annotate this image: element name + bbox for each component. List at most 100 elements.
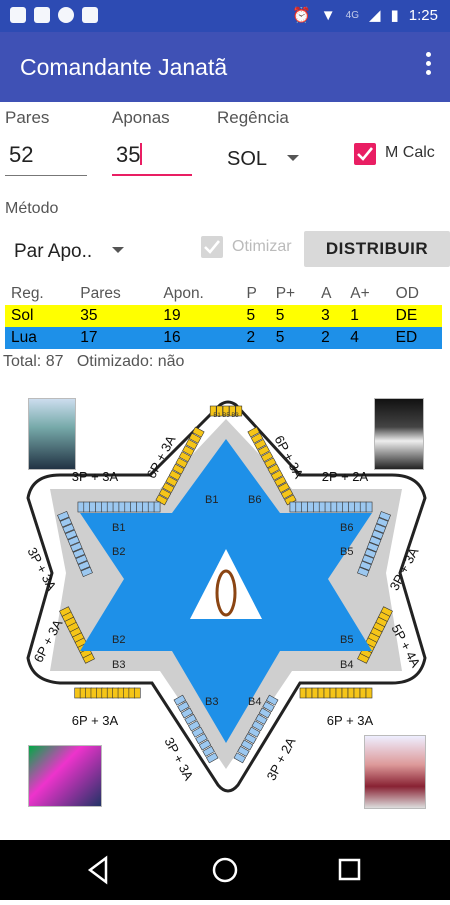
table-cell: 3	[321, 307, 330, 324]
seat	[147, 501, 155, 513]
center-emblem-icon	[215, 569, 237, 617]
bench-label: B4	[248, 696, 261, 708]
table-cell: 19	[163, 307, 181, 324]
seat	[117, 687, 125, 699]
table-cell: DE	[395, 307, 418, 324]
seat	[112, 687, 119, 699]
bench-label: B5	[340, 546, 353, 558]
metodo-label: Método	[5, 200, 59, 217]
dropdown-arrow-icon	[287, 155, 300, 161]
edge-label: 3P + 3A	[72, 469, 119, 484]
photo-top-left	[28, 398, 76, 470]
wifi-icon: ▼	[320, 6, 336, 24]
text-caret	[140, 143, 143, 165]
table-cell: ED	[395, 329, 418, 346]
signal-icon: ◢	[368, 7, 381, 24]
seat	[348, 501, 355, 513]
back-icon[interactable]	[87, 855, 108, 885]
seat	[142, 501, 149, 513]
activity-icon	[82, 7, 98, 23]
table-cell: Lua	[11, 329, 37, 346]
table-cell: 35	[80, 307, 98, 324]
table-cell: 5	[275, 329, 285, 346]
home-icon[interactable]	[212, 857, 238, 883]
seat	[106, 687, 114, 699]
seat	[324, 501, 332, 513]
edge-label: 6P + 3A	[327, 713, 374, 728]
bench-label: B1	[112, 522, 125, 534]
seat	[124, 501, 132, 513]
seat	[359, 501, 367, 513]
seat	[153, 501, 161, 513]
battery-icon: ▮	[390, 7, 399, 24]
seat	[301, 501, 308, 513]
seat	[313, 501, 320, 513]
table-row-sol: Sol 35 19 5 5 3 1 DE	[5, 305, 442, 327]
otimizar-label: Otimizar	[232, 238, 292, 255]
clock: 1:25	[408, 6, 438, 24]
table-cell: 5	[275, 307, 285, 324]
aponas-input[interactable]: 35	[112, 140, 192, 176]
bench-label: B4	[340, 659, 353, 671]
seat	[83, 501, 91, 513]
column-header: A	[321, 285, 332, 302]
seat	[353, 687, 361, 699]
otimizar-checkbox[interactable]	[201, 236, 223, 258]
regencia-select[interactable]: SOL	[227, 148, 300, 171]
photo-bottom-left	[28, 745, 102, 807]
status-bar: ⏰ ▼ 4G ◢ ▮ 1:25	[0, 0, 450, 32]
seat	[96, 687, 103, 699]
table-cell: 4	[350, 329, 359, 346]
metodo-select[interactable]: Par Apo..	[14, 241, 125, 263]
aponas-label: Aponas	[112, 108, 170, 127]
pares-input[interactable]: 52	[5, 140, 87, 176]
seat	[359, 687, 367, 699]
bench-label: B3	[112, 659, 125, 671]
edge-label: 2P + 2A	[322, 469, 369, 484]
seat	[136, 501, 143, 513]
circle-app-icon	[58, 7, 74, 23]
total-text: Total: 87	[3, 353, 64, 370]
table-cell: Sol	[11, 307, 34, 324]
overflow-menu-icon[interactable]	[424, 52, 432, 80]
bench-label: B3	[205, 696, 218, 708]
seat	[354, 501, 361, 513]
bench-label: B5	[340, 634, 353, 646]
check-icon	[204, 240, 221, 254]
seat	[128, 687, 136, 699]
nav-icons	[87, 855, 361, 885]
column-header: OD	[395, 285, 419, 302]
seat	[323, 687, 331, 699]
alarm-icon: ⏰	[292, 7, 311, 24]
seat	[90, 687, 98, 699]
seat	[335, 687, 343, 699]
table-row-lua: Lua 17 16 2 5 2 4 ED	[5, 327, 442, 349]
seat	[311, 687, 319, 699]
column-header: A+	[350, 285, 370, 302]
m-calc-checkbox[interactable]	[354, 143, 376, 165]
table-cell: 5	[246, 307, 256, 324]
seat	[101, 501, 108, 513]
seat	[123, 687, 130, 699]
m-calc-label: M Calc	[385, 144, 435, 161]
seat	[336, 501, 344, 513]
table-cell: 1	[350, 307, 359, 324]
seat	[330, 501, 338, 513]
seat	[318, 501, 326, 513]
network-type: 4G	[345, 9, 359, 21]
table-cell: 2	[321, 329, 330, 346]
distribuir-button[interactable]: DISTRIBUIR	[304, 231, 450, 267]
seat	[77, 501, 85, 513]
navigation-bar	[0, 840, 450, 900]
results-table: Reg. Pares Apon. P P+ A A+ OD Sol 35 19 …	[5, 283, 442, 349]
bench-label: B2	[112, 634, 125, 646]
table-cell: 17	[80, 329, 98, 346]
seat	[106, 501, 114, 513]
column-header: Apon.	[163, 285, 204, 302]
seat	[289, 501, 297, 513]
recents-icon[interactable]	[338, 858, 361, 881]
seat	[299, 687, 307, 699]
bench-label: B6	[248, 494, 261, 506]
seat	[342, 501, 349, 513]
seat	[133, 687, 141, 699]
